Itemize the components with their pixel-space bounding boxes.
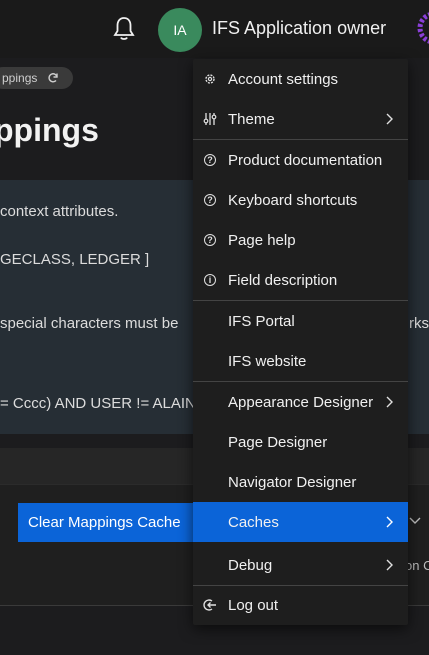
logo-icon[interactable]: [416, 10, 429, 46]
text-fragment: on C: [405, 558, 429, 573]
menu-item-page-help[interactable]: ? Page help: [193, 221, 408, 259]
menu-divider: [193, 381, 408, 382]
help-icon: ?: [203, 153, 217, 167]
breadcrumb-label: ppings: [2, 71, 38, 85]
help-icon: ?: [203, 193, 217, 207]
menu-item-field-description[interactable]: i Field description: [193, 261, 408, 299]
chevron-right-icon: [386, 396, 393, 408]
chevron-right-icon: [386, 559, 393, 571]
logout-icon: [203, 598, 217, 612]
page-title: ppings: [0, 112, 99, 148]
clear-mappings-cache-button[interactable]: Clear Mappings Cache: [18, 503, 193, 542]
menu-item-label: Page help: [228, 231, 296, 249]
bell-icon[interactable]: [112, 16, 136, 42]
menu-item-label: Page Designer: [228, 433, 328, 451]
info-line: special characters must be: [0, 315, 179, 332]
breadcrumb[interactable]: ppings: [0, 67, 74, 89]
info-line: context attributes.: [0, 203, 119, 220]
info-fragment: rks: [409, 315, 429, 332]
menu-item-label: Appearance Designer: [228, 393, 374, 411]
menu-item-label: Product documentation: [228, 151, 383, 169]
menu-item-label: Debug: [228, 556, 273, 574]
menu-item-navigator-designer[interactable]: Navigator Designer: [193, 463, 408, 501]
sliders-icon: [203, 112, 217, 126]
user-menu: Account settings Theme ? Product documen…: [193, 59, 408, 625]
chevron-down-icon[interactable]: [409, 516, 421, 526]
menu-item-label: Account settings: [228, 70, 339, 88]
info-icon: i: [203, 273, 217, 287]
clear-mappings-cache-label: Clear Mappings Cache: [28, 514, 181, 531]
menu-divider: [193, 139, 408, 140]
menu-item-product-documentation[interactable]: ? Product documentation: [193, 141, 408, 179]
menu-item-caches[interactable]: Caches: [193, 502, 408, 542]
menu-item-label: Theme: [228, 110, 275, 128]
avatar[interactable]: IA: [158, 8, 202, 52]
menu-item-page-designer[interactable]: Page Designer: [193, 423, 408, 461]
menu-item-label: Caches: [228, 513, 279, 531]
menu-item-keyboard-shortcuts[interactable]: ? Keyboard shortcuts: [193, 181, 408, 219]
menu-item-label: Navigator Designer: [228, 473, 357, 491]
menu-item-label: Field description: [228, 271, 338, 289]
refresh-icon[interactable]: [47, 72, 59, 84]
chevron-right-icon: [386, 516, 393, 528]
menu-item-appearance-designer[interactable]: Appearance Designer: [193, 383, 408, 421]
menu-item-label: IFS Portal: [228, 312, 295, 330]
menu-item-ifs-website[interactable]: IFS website: [193, 342, 408, 380]
top-bar: IA IFS Application owner: [0, 0, 429, 58]
menu-divider: [193, 300, 408, 301]
gear-icon: [203, 72, 217, 86]
menu-item-log-out[interactable]: Log out: [193, 586, 408, 624]
menu-item-theme[interactable]: Theme: [193, 100, 408, 138]
menu-item-label: Keyboard shortcuts: [228, 191, 358, 209]
menu-item-debug[interactable]: Debug: [193, 546, 408, 584]
info-line: = Cccc) AND USER != ALAIN: [0, 395, 196, 412]
user-name[interactable]: IFS Application owner: [212, 18, 386, 39]
menu-item-ifs-portal[interactable]: IFS Portal: [193, 302, 408, 340]
chevron-right-icon: [386, 113, 393, 125]
menu-item-label: IFS website: [228, 352, 307, 370]
info-line: GECLASS, LEDGER ]: [0, 251, 150, 268]
menu-item-label: Log out: [228, 596, 279, 614]
menu-item-account-settings[interactable]: Account settings: [193, 60, 408, 98]
help-icon: ?: [203, 233, 217, 247]
